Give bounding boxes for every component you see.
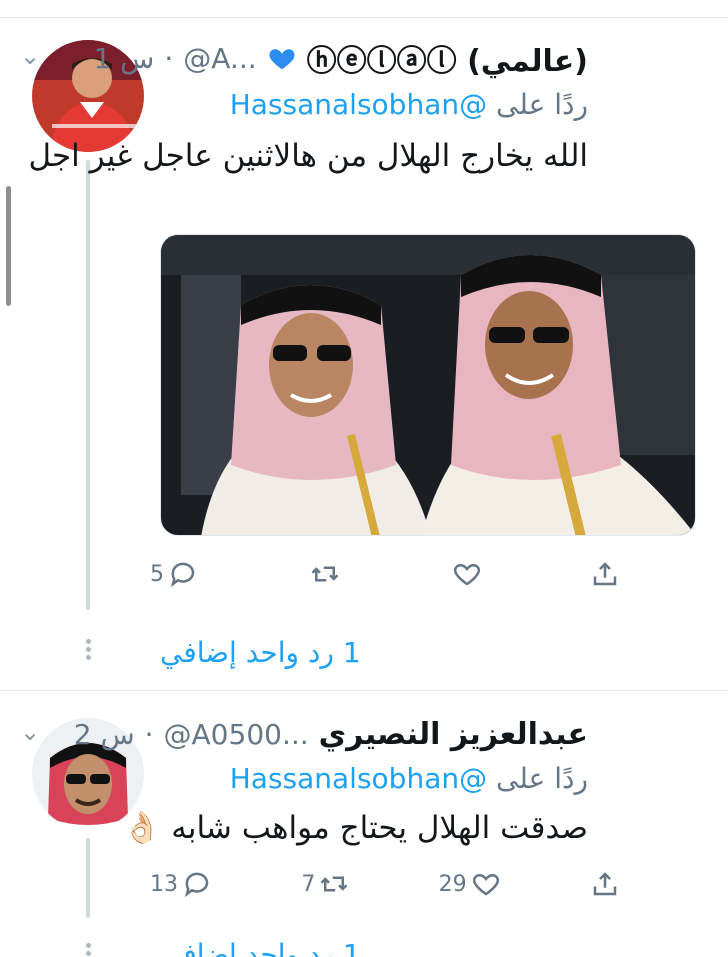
like-button[interactable] <box>448 559 482 589</box>
retweet-icon <box>311 566 339 582</box>
like-button[interactable]: 29 <box>439 869 501 899</box>
reply-context: ردًا على @Hassanalsobhan <box>230 88 588 121</box>
tweet-text: الله يخارج الهلال من هالاثنين عاجل غير ا… <box>28 138 588 174</box>
dot-separator: · <box>144 717 154 751</box>
reply-mention-link[interactable]: @Hassanalsobhan <box>230 88 487 121</box>
retweet-button[interactable] <box>306 559 340 589</box>
reply-icon <box>184 872 209 898</box>
tweet-actions: 5 <box>150 554 620 594</box>
reply-prefix: ردًا على <box>496 762 588 795</box>
share-button[interactable] <box>590 559 620 589</box>
reply-mention-link[interactable]: @Hassanalsobhan <box>230 762 487 795</box>
heart-icon <box>453 563 481 586</box>
display-name[interactable]: عبدالعزيز النصيري <box>319 717 588 752</box>
reply-prefix: ردًا على <box>496 88 588 121</box>
tweet-text: صدقت الهلال يحتاج مواهب شابه 👌🏻 <box>122 810 588 846</box>
timestamp[interactable]: 1 س <box>93 42 154 75</box>
chevron-down-icon[interactable]: ⌄ <box>20 718 40 746</box>
handle[interactable]: @A0500... <box>164 718 309 751</box>
share-button[interactable] <box>590 869 620 899</box>
tweet-2[interactable]: عبدالعزيز النصيري @A0500... · 2 س ⌄ ردًا… <box>0 690 728 957</box>
like-count: 29 <box>438 871 467 897</box>
thread-line <box>86 838 90 918</box>
thread-line <box>86 160 90 610</box>
blue-heart-icon <box>267 43 297 73</box>
heart-icon <box>472 873 499 896</box>
share-icon <box>593 562 617 586</box>
show-more-replies-link[interactable]: 1 رد واحد إضافي <box>160 636 361 669</box>
reply-count: 13 <box>150 871 178 897</box>
ellipsis-connector-icon <box>84 940 92 957</box>
reply-button[interactable]: 5 <box>150 559 198 589</box>
tweet-header: ⓗⓔⓛⓐⓛ (عالمي) @A... · 1 س <box>20 36 588 80</box>
reply-button[interactable]: 13 <box>150 869 212 899</box>
tweet-1[interactable]: ⓗⓔⓛⓐⓛ (عالمي) @A... · 1 س ⌄ ردًا على @Ha… <box>0 0 728 690</box>
reply-icon <box>170 562 195 588</box>
handle[interactable]: @A... <box>183 42 256 75</box>
show-more-replies-link[interactable]: 1 رد واحد إضافي <box>160 938 361 957</box>
retweet-button[interactable]: 7 <box>301 869 349 899</box>
display-name[interactable]: ⓗⓔⓛⓐⓛ (عالمي) <box>307 36 588 80</box>
tweet-photo[interactable] <box>160 234 696 536</box>
dot-separator: · <box>164 41 174 75</box>
retweet-count: 7 <box>301 871 316 897</box>
reply-count: 5 <box>150 561 164 587</box>
reply-context: ردًا على @Hassanalsobhan <box>230 762 588 795</box>
timestamp[interactable]: 2 س <box>74 718 135 751</box>
chevron-down-icon[interactable]: ⌄ <box>20 42 40 70</box>
share-icon <box>593 872 617 896</box>
retweet-icon <box>320 876 348 892</box>
tweet-actions: 13 7 29 <box>150 864 620 904</box>
ellipsis-connector-icon <box>84 636 92 663</box>
tweet-header: عبدالعزيز النصيري @A0500... · 2 س <box>20 712 588 756</box>
